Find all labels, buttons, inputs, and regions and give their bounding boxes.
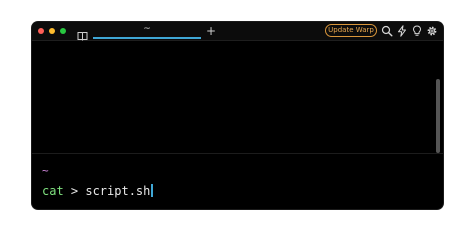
search-icon[interactable] [381,25,393,37]
lightning-icon[interactable] [396,25,408,37]
close-window-button[interactable] [38,28,44,34]
block-divider [32,153,443,154]
tab-title: ~ [143,24,151,34]
maximize-window-button[interactable] [60,28,66,34]
scrollbar[interactable] [436,79,440,153]
minimize-window-button[interactable] [49,28,55,34]
command-input[interactable]: cat > script.sh [42,184,154,198]
gear-icon[interactable] [426,25,438,37]
new-tab-button[interactable]: + [205,22,217,40]
book-icon[interactable] [77,26,88,41]
update-warp-button[interactable]: Update Warp [325,24,377,37]
text-cursor [151,184,154,197]
prompt-directory: ~ [42,164,49,177]
command-args: > script.sh [63,184,151,198]
terminal-window: ~ + Update Warp ~ cat > script.sh [32,22,443,209]
lightbulb-icon[interactable] [411,25,423,37]
title-bar: ~ + Update Warp [32,22,443,41]
tab-home[interactable]: ~ [93,22,201,39]
command-name: cat [42,184,64,198]
